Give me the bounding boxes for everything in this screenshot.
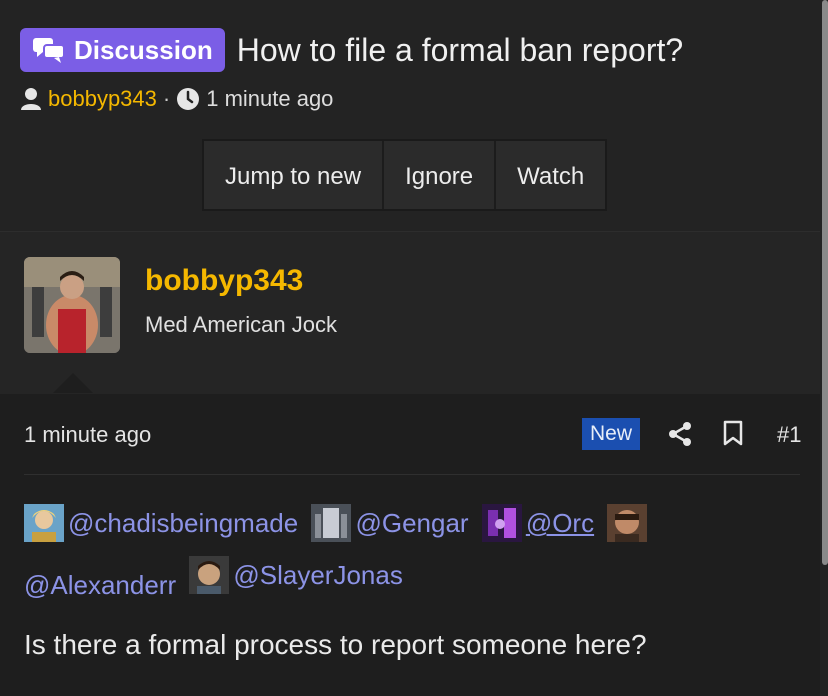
thread-author-link[interactable]: bobbyp343 — [48, 86, 157, 112]
mention-link[interactable]: @Orc — [481, 502, 594, 544]
post-body: Is there a formal process to report some… — [24, 629, 647, 660]
post-number-link[interactable]: #1 — [777, 422, 801, 448]
avatar — [607, 504, 648, 542]
discussion-badge[interactable]: Discussion — [20, 28, 225, 72]
thread-time[interactable]: 1 minute ago — [206, 86, 333, 112]
mention-link[interactable] — [607, 504, 651, 542]
avatar — [24, 504, 64, 542]
meta-separator: · — [162, 86, 171, 111]
mentions: @chadisbeingmade @Gengar @Orc @Alexander… — [24, 502, 724, 606]
user-arrow — [53, 373, 93, 393]
user-icon — [20, 87, 42, 111]
mention-link[interactable]: @Gengar — [311, 502, 469, 544]
thread-header: Discussion How to file a formal ban repo… — [20, 28, 808, 112]
avatar — [481, 504, 522, 542]
post-username-link[interactable]: bobbyp343 — [145, 264, 303, 298]
clock-icon — [176, 87, 200, 111]
mention-link[interactable]: @chadisbeingmade — [24, 502, 298, 544]
watch-button[interactable]: Watch — [496, 141, 605, 209]
avatar — [311, 504, 352, 542]
jump-to-new-button[interactable]: Jump to new — [204, 141, 385, 209]
scrollbar[interactable] — [822, 0, 828, 565]
page-title: How to file a formal ban report? — [236, 31, 684, 68]
new-badge: New — [582, 418, 641, 450]
mention-link[interactable]: @SlayerJonas — [189, 554, 403, 596]
post-user-block: bobbyp343 Med American Jock — [0, 232, 820, 394]
bookmark-icon[interactable] — [723, 420, 743, 451]
avatar[interactable] — [24, 257, 120, 353]
post: 1 minute ago New #1 @chadisbeingmade @Ge… — [0, 394, 820, 696]
post-time-link[interactable]: 1 minute ago — [24, 422, 151, 448]
avatar — [189, 556, 230, 594]
share-icon[interactable] — [668, 421, 692, 452]
chat-bubbles-icon — [33, 38, 65, 63]
user-title: Med American Jock — [145, 312, 337, 337]
mention-link[interactable]: @Alexanderr — [24, 564, 176, 606]
post-divider — [24, 474, 800, 475]
thread-meta: bobbyp343 · 1 minute ago — [20, 86, 808, 112]
badge-label: Discussion — [74, 34, 213, 65]
thread-actions: Jump to new Ignore Watch — [202, 139, 608, 211]
ignore-button[interactable]: Ignore — [384, 141, 497, 209]
